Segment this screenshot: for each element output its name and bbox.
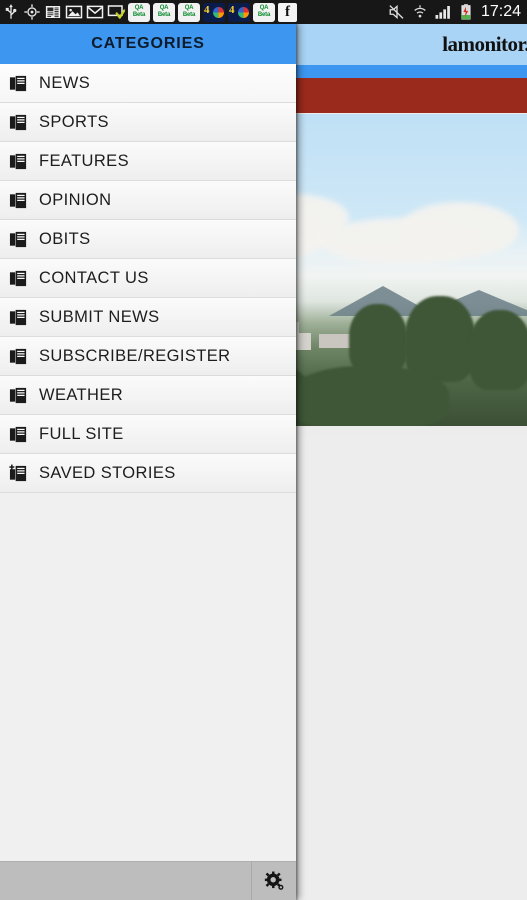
nbc-peacock-icon <box>238 6 249 18</box>
sidebar-item-contact-us[interactable]: CONTACT US <box>0 259 296 298</box>
qa-beta-badge: QA Beta <box>153 2 175 22</box>
drawer-title: CATEGORIES <box>91 35 205 52</box>
badge-line2: Beta <box>182 12 196 18</box>
sidebar-item-label: OBITS <box>39 229 91 248</box>
nbc4-number: 4 <box>229 3 235 16</box>
facebook-badge: f <box>278 2 297 22</box>
sidebar-item-label: SPORTS <box>39 112 109 131</box>
nbc4-badge: 4 <box>203 2 225 22</box>
document-icon <box>9 309 27 325</box>
settings-button[interactable] <box>251 862 296 900</box>
status-bar: QA Beta QA Beta QA Beta 4 4 QA Beta f 17… <box>0 0 527 24</box>
document-icon <box>9 348 27 364</box>
sidebar-item-label: OPINION <box>39 190 112 209</box>
badge-line1: QA <box>159 4 169 11</box>
gear-icon <box>264 871 283 890</box>
sidebar-item-news[interactable]: NEWS <box>0 64 296 103</box>
sidebar-item-sports[interactable]: SPORTS <box>0 103 296 142</box>
phone-screen: lamonitor.com BREAKING NEWS s in single-… <box>0 0 527 900</box>
sidebar-item-submit-news[interactable]: SUBMIT NEWS <box>0 298 296 337</box>
sidebar-item-features[interactable]: FEATURES <box>0 142 296 181</box>
badge-line2: Beta <box>132 12 146 18</box>
drawer-empty-space <box>0 493 296 853</box>
sidebar-item-saved-stories[interactable]: SAVED STORIES <box>0 454 296 493</box>
sidebar-item-label: WEATHER <box>39 385 124 404</box>
sidebar-item-label: FULL SITE <box>39 424 124 443</box>
usb-icon <box>5 4 17 19</box>
sidebar-item-weather[interactable]: WEATHER <box>0 376 296 415</box>
badge-line2: Beta <box>157 12 171 18</box>
site-logo-text: lamonitor.com <box>442 32 527 56</box>
document-icon <box>9 231 27 247</box>
sms-check-icon <box>107 5 125 19</box>
sidebar-item-label: FEATURES <box>39 151 129 170</box>
document-icon <box>9 387 27 403</box>
nbc4-number: 4 <box>204 3 210 16</box>
badge-line1: QA <box>184 4 194 11</box>
sidebar-item-label: NEWS <box>39 73 91 92</box>
status-clock: 17:24 <box>480 3 521 20</box>
gps-location-icon <box>24 4 40 20</box>
nbc4-badge: 4 <box>228 2 250 22</box>
badge-line2: Beta <box>257 12 271 18</box>
sidebar-item-label: CONTACT US <box>39 268 149 287</box>
document-add-icon <box>9 464 27 481</box>
status-right-icons: 17:24 <box>388 3 523 21</box>
drawer-bottom-bar <box>0 861 296 900</box>
qa-beta-badge: QA Beta <box>128 2 150 22</box>
sidebar-item-full-site[interactable]: FULL SITE <box>0 415 296 454</box>
sidebar-item-obits[interactable]: OBITS <box>0 220 296 259</box>
document-icon <box>9 153 27 169</box>
document-icon <box>9 75 27 91</box>
sidebar-item-subscribe-register[interactable]: SUBSCRIBE/REGISTER <box>0 337 296 376</box>
battery-low-icon <box>461 4 471 20</box>
badge-line1: QA <box>134 4 144 11</box>
wifi-icon <box>414 5 426 18</box>
sidebar-item-label: SUBMIT NEWS <box>39 307 160 326</box>
document-icon <box>9 192 27 208</box>
drawer-menu-list: NEWS SPORTS FEATURES OPINION OBITS CONTA… <box>0 64 296 493</box>
news-building-icon <box>45 6 61 18</box>
qa-beta-badge: QA Beta <box>178 2 200 22</box>
mute-vibrate-icon <box>389 4 404 20</box>
sidebar-item-label: SUBSCRIBE/REGISTER <box>39 346 231 365</box>
sidebar-item-opinion[interactable]: OPINION <box>0 181 296 220</box>
qa-beta-badge: QA Beta <box>253 2 275 22</box>
signal-bars-icon <box>435 6 450 19</box>
badge-line1: QA <box>259 4 269 11</box>
categories-drawer: CATEGORIES NEWS SPORTS FEATURES OPINION … <box>0 24 296 900</box>
document-icon <box>9 114 27 130</box>
drawer-bottom-spacer <box>0 862 251 900</box>
document-icon <box>9 270 27 286</box>
document-icon <box>9 426 27 442</box>
gmail-icon <box>86 5 104 19</box>
drawer-header: CATEGORIES <box>0 24 296 64</box>
nbc-peacock-icon <box>213 6 224 18</box>
drawer-shadow-edge <box>296 24 299 900</box>
sidebar-item-label: SAVED STORIES <box>39 463 176 482</box>
gallery-image-icon <box>65 5 83 19</box>
status-left-icons: QA Beta QA Beta QA Beta 4 4 QA Beta f <box>2 2 388 22</box>
